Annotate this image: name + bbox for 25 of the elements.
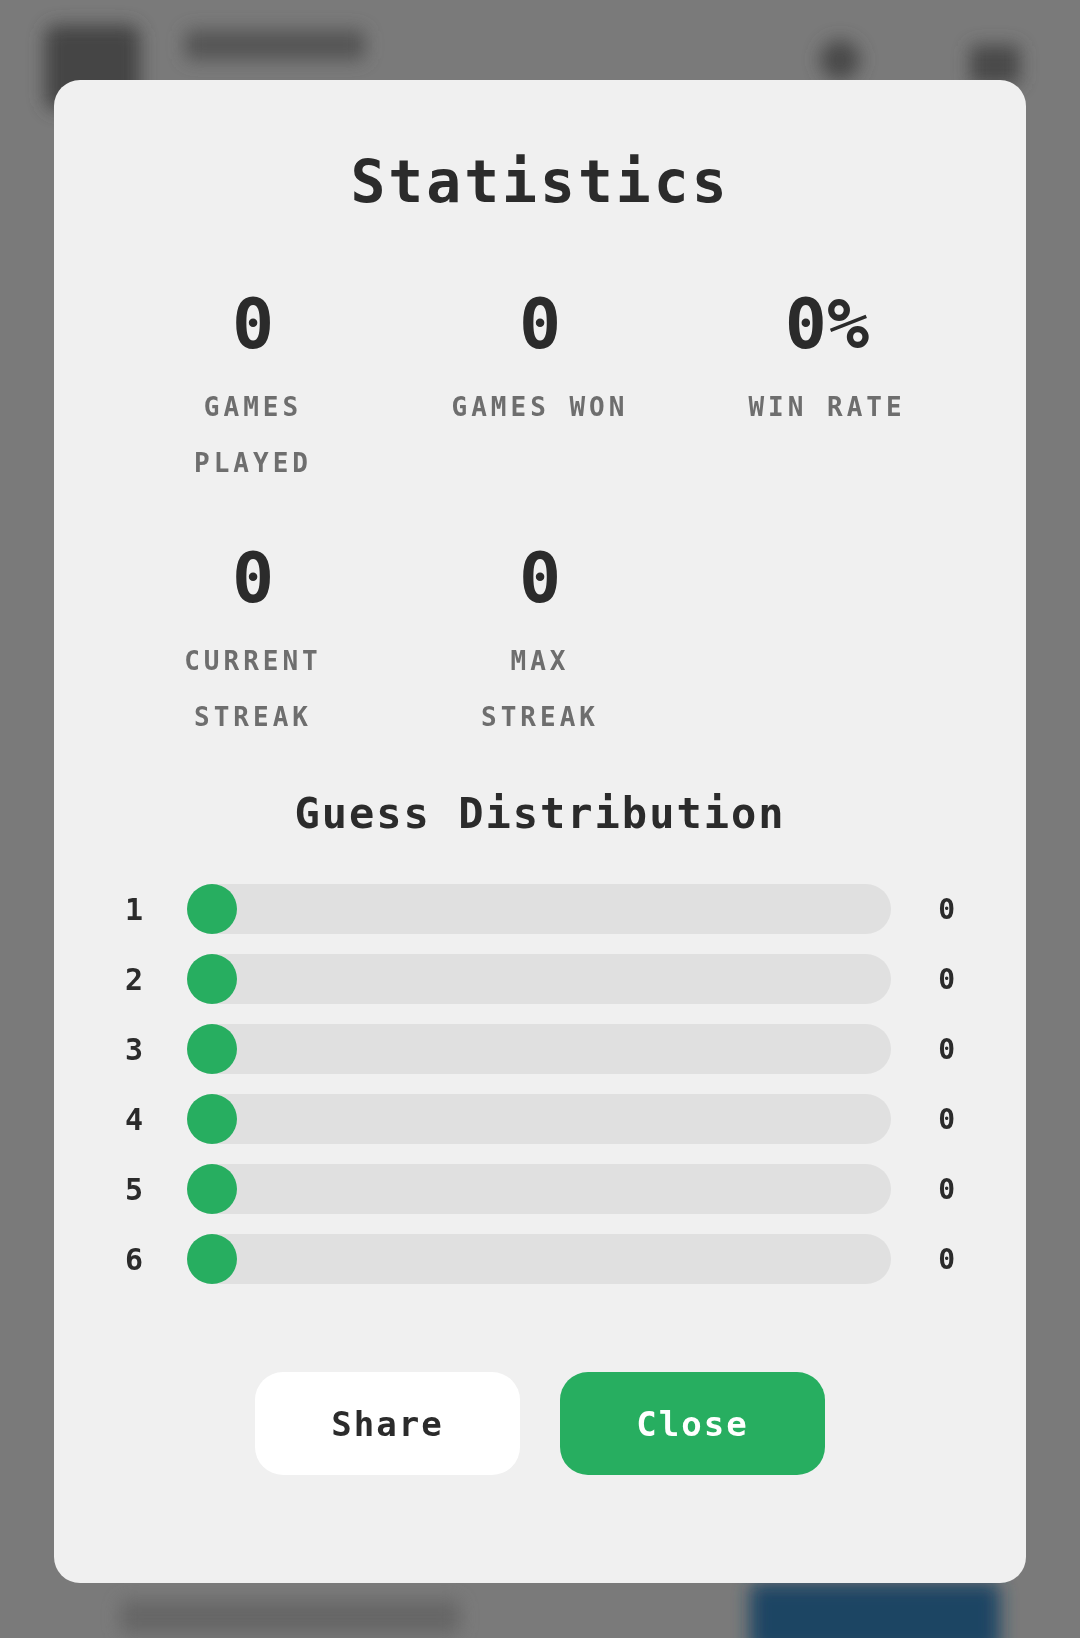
stat-label: MAX STREAK <box>480 645 600 734</box>
stat-value: 0 <box>231 543 275 613</box>
stat-value: 0 <box>231 289 275 359</box>
guess-count: 0 <box>937 1242 955 1276</box>
guess-count: 0 <box>937 1032 955 1066</box>
share-button[interactable]: Share <box>255 1372 520 1475</box>
guess-count: 0 <box>937 1102 955 1136</box>
guess-count: 0 <box>937 1172 955 1206</box>
guess-number: 2 <box>125 961 145 997</box>
guess-count: 0 <box>937 892 955 926</box>
guess-number: 4 <box>125 1101 145 1137</box>
stat-value: 0 <box>518 289 562 359</box>
stat-value: 0 <box>518 543 562 613</box>
stat-label: WIN RATE <box>747 391 907 424</box>
guess-number: 6 <box>125 1241 145 1277</box>
stat-value: 0% <box>784 289 870 359</box>
guess-number: 5 <box>125 1171 145 1207</box>
guess-number: 1 <box>125 891 145 927</box>
dialog-title: Statistics <box>350 153 730 211</box>
stat-label: CURRENT STREAK <box>183 645 323 734</box>
stat-label: GAMES PLAYED <box>193 391 313 480</box>
stat-label: GAMES WON <box>450 391 630 424</box>
section-title: Guess Distribution <box>294 789 786 838</box>
guess-number: 3 <box>125 1031 145 1067</box>
guess-count: 0 <box>937 962 955 996</box>
